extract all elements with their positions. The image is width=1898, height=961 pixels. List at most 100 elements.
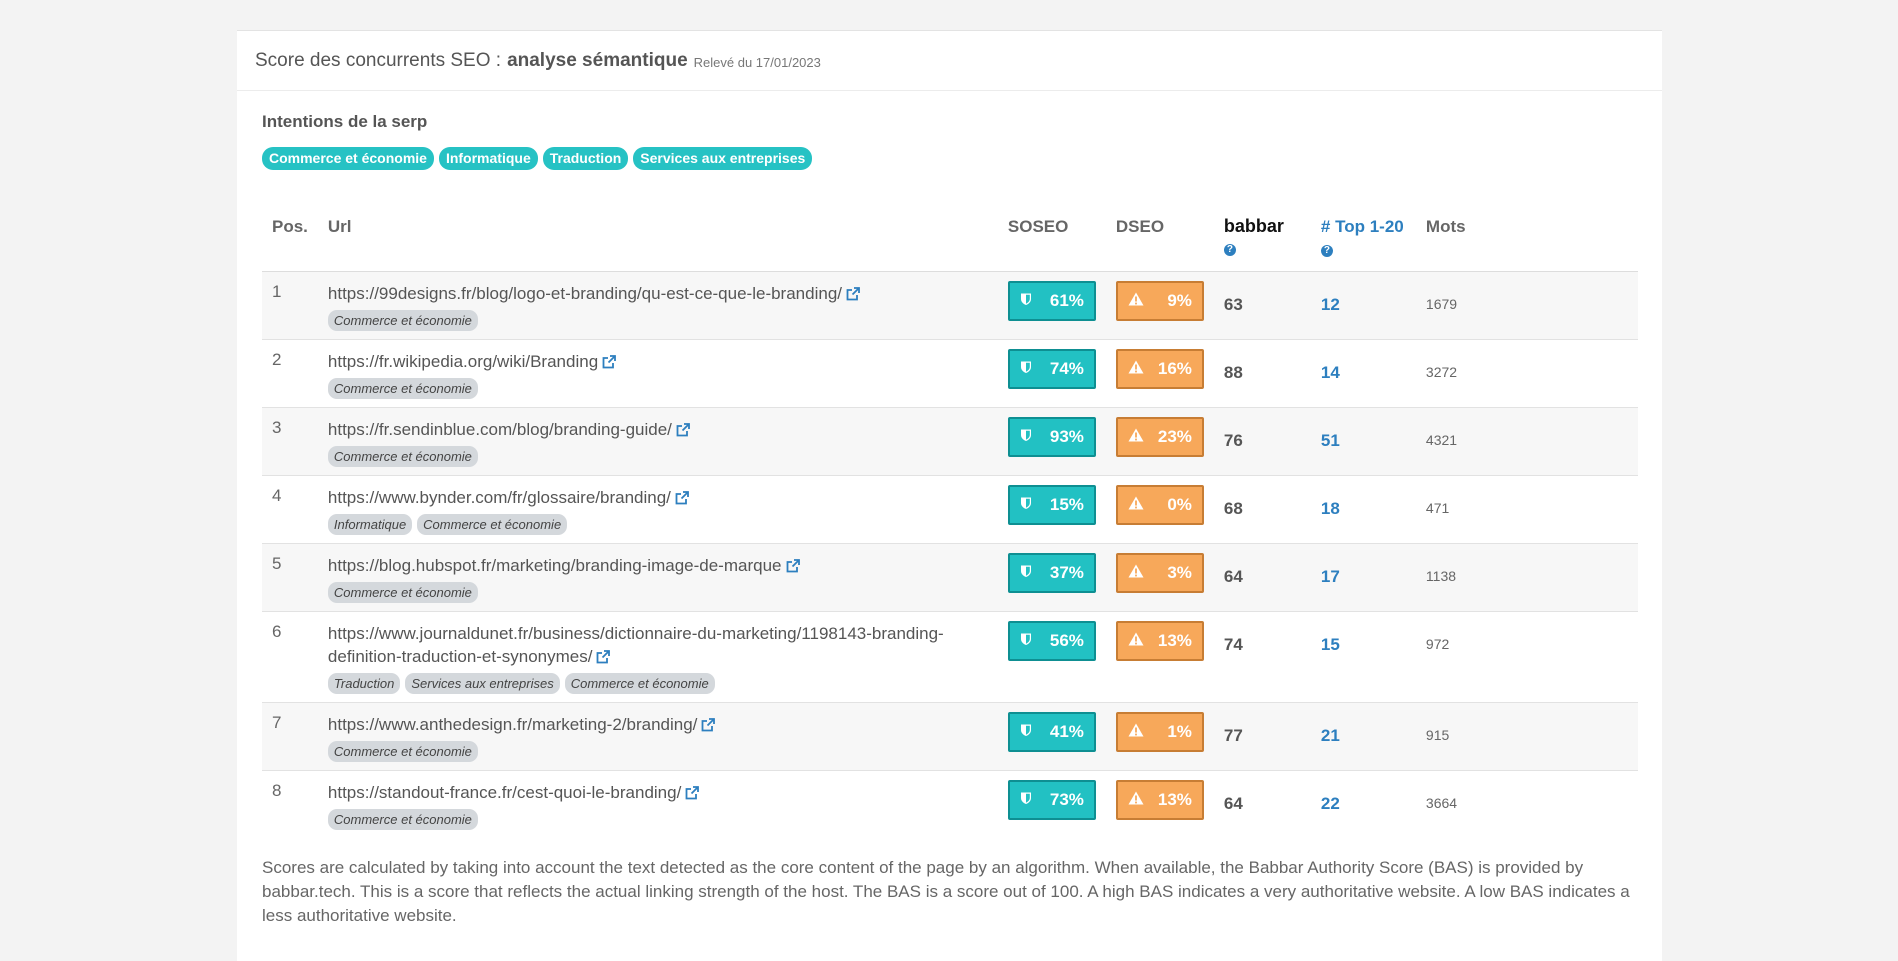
row-position: 7	[262, 702, 318, 771]
soseo-value: 74%	[1049, 359, 1084, 378]
dseo-badge[interactable]: 23%	[1115, 417, 1204, 457]
col-url[interactable]: Url	[317, 208, 998, 272]
col-babbar[interactable]: babbar ?	[1213, 208, 1311, 272]
table-row: 6 https://www.journaldunet.fr/business/d…	[262, 611, 1638, 703]
col-soseo[interactable]: SOSEO	[997, 208, 1106, 272]
soseo-badge[interactable]: 37%	[1007, 553, 1096, 593]
babbar-score: 64	[1213, 770, 1311, 838]
question-circle-icon[interactable]: ?	[1320, 244, 1333, 257]
col-soseo-label: SOSEO	[1007, 217, 1069, 236]
external-link-icon[interactable]	[676, 420, 690, 443]
dseo-badge[interactable]: 0%	[1115, 485, 1204, 525]
word-count: 3664	[1415, 770, 1638, 838]
top-count[interactable]: 22	[1310, 770, 1416, 838]
soseo-cell: 15%	[997, 475, 1106, 544]
shield-icon	[1020, 563, 1032, 583]
external-link-icon[interactable]	[786, 556, 800, 579]
dseo-badge[interactable]: 13%	[1115, 621, 1204, 661]
competitor-url[interactable]: https://standout-france.fr/cest-quoi-le-…	[328, 783, 681, 802]
dseo-cell: 23%	[1105, 407, 1214, 476]
table-row: 5 https://blog.hubspot.fr/marketing/bran…	[262, 543, 1638, 612]
dseo-cell: 0%	[1105, 475, 1214, 544]
dseo-badge[interactable]: 16%	[1115, 349, 1204, 389]
soseo-badge[interactable]: 56%	[1007, 621, 1096, 661]
competitor-url[interactable]: https://www.anthedesign.fr/marketing-2/b…	[328, 715, 697, 734]
competitor-url[interactable]: https://fr.sendinblue.com/blog/branding-…	[328, 420, 672, 439]
babbar-score: 63	[1213, 271, 1311, 340]
competitor-url[interactable]: https://fr.wikipedia.org/wiki/Branding	[328, 352, 598, 371]
col-top[interactable]: # Top 1-20 ?	[1310, 208, 1416, 272]
top-count[interactable]: 17	[1310, 543, 1416, 612]
shield-icon	[1020, 722, 1032, 742]
soseo-value: 56%	[1049, 631, 1084, 650]
col-words[interactable]: Mots	[1415, 208, 1638, 272]
soseo-badge[interactable]: 74%	[1007, 349, 1096, 389]
soseo-cell: 37%	[997, 543, 1106, 612]
top-count[interactable]: 51	[1310, 407, 1416, 476]
soseo-value: 73%	[1049, 790, 1084, 809]
soseo-cell: 61%	[997, 271, 1106, 340]
col-pos[interactable]: Pos.	[262, 208, 318, 272]
top-count[interactable]: 14	[1310, 339, 1416, 408]
external-link-icon[interactable]	[602, 352, 617, 375]
warning-icon	[1128, 495, 1144, 515]
soseo-cell: 56%	[997, 611, 1106, 703]
table-row: 3 https://fr.sendinblue.com/blog/brandin…	[262, 407, 1638, 476]
top-count[interactable]: 15	[1310, 611, 1416, 703]
category-tag: Commerce et économie	[327, 310, 478, 331]
soseo-badge[interactable]: 61%	[1007, 281, 1096, 321]
babbar-score: 68	[1213, 475, 1311, 544]
soseo-value: 37%	[1049, 563, 1084, 582]
dseo-badge[interactable]: 3%	[1115, 553, 1204, 593]
warning-icon	[1128, 427, 1144, 447]
dseo-badge[interactable]: 1%	[1115, 712, 1204, 752]
top-count[interactable]: 12	[1310, 271, 1416, 340]
table-row: 8 https://standout-france.fr/cest-quoi-l…	[262, 770, 1638, 838]
dseo-value: 13%	[1157, 631, 1192, 650]
intent-chip[interactable]: Services aux entreprises	[633, 147, 813, 170]
row-tags: Commerce et économie	[327, 741, 988, 762]
row-tags: Informatique Commerce et économie	[327, 514, 988, 535]
external-link-icon[interactable]	[701, 715, 716, 738]
soseo-badge[interactable]: 41%	[1007, 712, 1096, 752]
panel-body: Intentions de la serp Commerce et économ…	[237, 112, 1662, 928]
intent-chip[interactable]: Traduction	[542, 147, 629, 170]
row-tags: Commerce et économie	[327, 809, 988, 830]
competitor-url[interactable]: https://www.journaldunet.fr/business/dic…	[328, 624, 944, 666]
soseo-badge[interactable]: 93%	[1007, 417, 1096, 457]
external-link-icon[interactable]	[685, 783, 700, 806]
row-url-cell: https://blog.hubspot.fr/marketing/brandi…	[317, 543, 998, 612]
row-position: 2	[262, 339, 318, 408]
row-position: 8	[262, 770, 318, 838]
row-position: 5	[262, 543, 318, 612]
warning-icon	[1128, 359, 1144, 379]
soseo-value: 41%	[1049, 722, 1084, 741]
shield-icon	[1020, 427, 1032, 447]
dseo-badge[interactable]: 13%	[1115, 780, 1204, 820]
external-link-icon[interactable]	[596, 647, 611, 670]
question-circle-icon[interactable]: ?	[1223, 244, 1236, 257]
warning-icon	[1128, 790, 1144, 810]
row-tags: Commerce et économie	[327, 582, 988, 603]
dseo-value: 1%	[1167, 722, 1192, 741]
competitor-url[interactable]: https://blog.hubspot.fr/marketing/brandi…	[328, 556, 782, 575]
warning-icon	[1128, 631, 1144, 651]
external-link-icon[interactable]	[675, 488, 689, 511]
competitor-url[interactable]: https://99designs.fr/blog/logo-et-brandi…	[328, 284, 842, 303]
row-tags: Commerce et économie	[327, 310, 988, 331]
competitor-url[interactable]: https://www.bynder.com/fr/glossaire/bran…	[328, 488, 671, 507]
table-row: 7 https://www.anthedesign.fr/marketing-2…	[262, 702, 1638, 771]
top-count[interactable]: 21	[1310, 702, 1416, 771]
top-count[interactable]: 18	[1310, 475, 1416, 544]
external-link-icon[interactable]	[846, 284, 860, 307]
category-tag: Informatique	[327, 514, 413, 535]
intent-chip[interactable]: Commerce et économie	[262, 147, 434, 170]
category-tag: Commerce et économie	[327, 446, 478, 467]
soseo-badge[interactable]: 15%	[1007, 485, 1096, 525]
row-url-cell: https://www.journaldunet.fr/business/dic…	[317, 611, 998, 703]
dseo-value: 3%	[1167, 563, 1192, 582]
col-dseo[interactable]: DSEO	[1105, 208, 1214, 272]
soseo-badge[interactable]: 73%	[1007, 780, 1096, 820]
intent-chip[interactable]: Informatique	[438, 147, 538, 170]
dseo-badge[interactable]: 9%	[1115, 281, 1204, 321]
